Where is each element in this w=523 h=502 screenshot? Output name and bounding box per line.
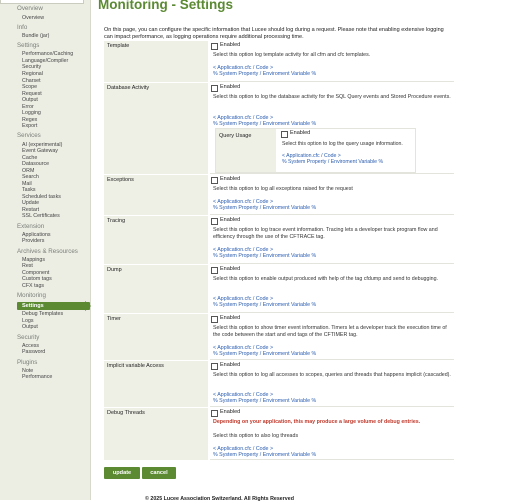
template-enabled-checkbox[interactable] bbox=[211, 43, 218, 50]
tracing-enabled-checkbox[interactable] bbox=[211, 218, 218, 225]
sidebar-item-regional[interactable]: Regional bbox=[22, 71, 43, 77]
sidebar-section-settings: Settings bbox=[17, 42, 40, 49]
sidebar-item-datasource[interactable]: Datasource bbox=[22, 161, 49, 167]
update-button[interactable]: update bbox=[104, 467, 140, 479]
checkbox-label: Enabled bbox=[220, 362, 241, 368]
sidebar-item-output[interactable]: Output bbox=[22, 97, 38, 103]
setting-description: Select this option to show timer event i… bbox=[213, 325, 447, 338]
sidebar-section-plugins: Plugins bbox=[17, 359, 38, 366]
sidebar-item-security[interactable]: Security bbox=[22, 64, 41, 70]
system-property-link[interactable]: % System Property / Enviroment Variable … bbox=[213, 121, 316, 127]
checkbox-label: Enabled bbox=[220, 84, 241, 90]
debug-threads-enabled-checkbox[interactable] bbox=[211, 410, 218, 417]
setting-warning: Depending on your application, this may … bbox=[213, 419, 421, 425]
cancel-button[interactable]: cancel bbox=[142, 467, 176, 479]
setting-row-implicit-variable-access: Implicit variable Access Enabled Select … bbox=[104, 361, 454, 407]
setting-row-debug-threads: Debug Threads Enabled Depending on your … bbox=[104, 408, 454, 460]
setting-description: Select this option to enable output prod… bbox=[213, 276, 438, 282]
sidebar-item-cfx-tags[interactable]: CFX tags bbox=[22, 283, 44, 289]
setting-label: Exceptions bbox=[107, 177, 134, 183]
setting-row-timer: Timer Enabled Select this option to show… bbox=[104, 314, 454, 360]
sidebar-item-rest[interactable]: Rest bbox=[22, 263, 33, 269]
sidebar-item-custom-tags[interactable]: Custom tags bbox=[22, 276, 52, 282]
sidebar-section-security: Security bbox=[17, 334, 40, 341]
sidebar: Overview Overview Info Bundle (jar) Sett… bbox=[0, 0, 91, 500]
setting-description: Select this option to log trace event in… bbox=[213, 227, 438, 240]
setting-label: Tracing bbox=[107, 218, 126, 224]
setting-label: Query Usage bbox=[219, 133, 252, 139]
sidebar-item-password[interactable]: Password bbox=[22, 349, 45, 355]
setting-row-dump: Dump Enabled Select this option to enabl… bbox=[104, 265, 454, 313]
system-property-link[interactable]: % System Property / Enviroment Variable … bbox=[213, 398, 316, 404]
sidebar-item-performance[interactable]: Performance bbox=[22, 374, 52, 380]
system-property-link[interactable]: % System Property / Enviroment Variable … bbox=[213, 302, 316, 308]
setting-label: Debug Threads bbox=[107, 410, 145, 416]
implicit-access-enabled-checkbox[interactable] bbox=[211, 363, 218, 370]
checkbox-label: Enabled bbox=[220, 42, 241, 48]
setting-label: Database Activity bbox=[107, 85, 150, 91]
system-property-link[interactable]: % System Property / Enviroment Variable … bbox=[213, 253, 316, 259]
sidebar-item-overview[interactable]: Overview bbox=[22, 15, 44, 21]
setting-label: Template bbox=[107, 43, 130, 49]
system-property-link[interactable]: % System Property / Enviroment Variable … bbox=[213, 351, 316, 357]
sidebar-item-ssl-certificates[interactable]: SSL Certificates bbox=[22, 213, 60, 219]
sidebar-item-debug-templates[interactable]: Debug Templates bbox=[22, 311, 63, 317]
system-property-link[interactable]: % System Property / Enviroment Variable … bbox=[213, 205, 316, 211]
checkbox-label: Enabled bbox=[220, 409, 241, 415]
sidebar-item-export[interactable]: Export bbox=[22, 123, 37, 129]
setting-label: Dump bbox=[107, 267, 122, 273]
system-property-link[interactable]: % System Property / Enviroment Variable … bbox=[213, 71, 316, 77]
sidebar-search-box[interactable] bbox=[0, 0, 84, 4]
setting-label: Implicit variable Access bbox=[107, 363, 164, 369]
setting-description: Select this option log template activity… bbox=[213, 52, 371, 58]
timer-enabled-checkbox[interactable] bbox=[211, 316, 218, 323]
sidebar-item-search[interactable]: Search bbox=[22, 174, 39, 180]
checkbox-label: Enabled bbox=[220, 315, 241, 321]
setting-description: Select this option to also log threads bbox=[213, 433, 299, 439]
setting-row-database-activity: Database Activity Enabled Select this op… bbox=[104, 83, 454, 174]
setting-description: Select this option to log the database a… bbox=[213, 94, 451, 100]
sidebar-item-tasks[interactable]: Tasks bbox=[22, 187, 36, 193]
setting-description: Select this option to log all accesses t… bbox=[213, 372, 451, 378]
sidebar-item-event-gateway[interactable]: Event Gateway bbox=[22, 148, 58, 154]
sidebar-section-monitoring: Monitoring bbox=[17, 292, 46, 299]
setting-label: Timer bbox=[107, 316, 121, 322]
dump-enabled-checkbox[interactable] bbox=[211, 267, 218, 274]
setting-subrow-query-usage: Query Usage Enabled Select this option t… bbox=[215, 128, 416, 173]
sidebar-section-info: Info bbox=[17, 24, 28, 31]
setting-description: Select this option to log all exceptions… bbox=[213, 186, 353, 192]
sidebar-section-services: Services bbox=[17, 132, 41, 139]
checkbox-label: Enabled bbox=[290, 130, 311, 136]
sidebar-item-settings-label[interactable]: Settings bbox=[22, 303, 44, 309]
sidebar-section-overview: Overview bbox=[17, 5, 43, 12]
setting-row-tracing: Tracing Enabled Select this option to lo… bbox=[104, 216, 454, 264]
exceptions-enabled-checkbox[interactable] bbox=[211, 177, 218, 184]
checkbox-label: Enabled bbox=[220, 266, 241, 272]
setting-row-template: Template Enabled Select this option log … bbox=[104, 41, 454, 82]
checkbox-label: Enabled bbox=[220, 176, 241, 182]
checkbox-label: Enabled bbox=[220, 217, 241, 223]
query-usage-enabled-checkbox[interactable] bbox=[281, 131, 288, 138]
sidebar-section-archives: Archives & Resources bbox=[17, 248, 78, 255]
sidebar-item-performance-caching[interactable]: Performance/Caching bbox=[22, 51, 73, 57]
system-property-link[interactable]: % System Property / Enviroment Variable … bbox=[282, 159, 383, 165]
system-property-link[interactable]: % System Property / Enviroment Variable … bbox=[213, 452, 316, 458]
sidebar-item-bundle[interactable]: Bundle (jar) bbox=[22, 33, 49, 39]
sidebar-item-logging[interactable]: Logging bbox=[22, 110, 41, 116]
active-indicator-arrow-icon bbox=[85, 301, 91, 311]
sidebar-section-extension: Extension bbox=[17, 223, 45, 230]
sidebar-item-update[interactable]: Update bbox=[22, 200, 39, 206]
intro-text: On this page, you can configure the spec… bbox=[104, 27, 444, 40]
setting-row-exceptions: Exceptions Enabled Select this option to… bbox=[104, 175, 454, 215]
database-activity-enabled-checkbox[interactable] bbox=[211, 85, 218, 92]
sidebar-item-scope[interactable]: Scope bbox=[22, 84, 37, 90]
sidebar-item-providers[interactable]: Providers bbox=[22, 238, 44, 244]
copyright-footer: © 2025 Lucee Association Switzerland. Al… bbox=[145, 496, 294, 502]
setting-description: Select this option to log the query usag… bbox=[282, 141, 403, 147]
page-title: Monitoring - Settings bbox=[98, 0, 233, 12]
sidebar-item-output-monitoring[interactable]: Output bbox=[22, 324, 38, 330]
